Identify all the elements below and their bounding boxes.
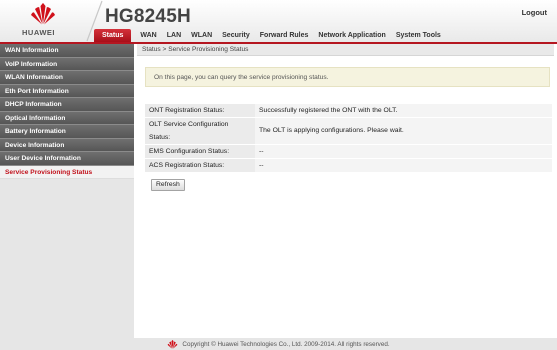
nav-tab-wan[interactable]: WAN xyxy=(135,29,161,42)
table-row: EMS Configuration Status: -- xyxy=(145,144,552,159)
refresh-button[interactable]: Refresh xyxy=(151,179,185,191)
nav-tab-forward-rules[interactable]: Forward Rules xyxy=(255,29,314,42)
nav-tab-wlan[interactable]: WLAN xyxy=(186,29,217,42)
row-value: -- xyxy=(255,144,552,159)
sidebar-item-optical-information[interactable]: Optical Information xyxy=(0,111,134,125)
row-label: OLT Service Configuration Status: xyxy=(145,117,255,145)
row-label: ACS Registration Status: xyxy=(145,158,255,173)
nav-tab-lan[interactable]: LAN xyxy=(162,29,186,42)
info-banner: On this page, you can query the service … xyxy=(145,67,550,87)
nav-tab-status[interactable]: Status xyxy=(94,29,132,42)
sidebar: WAN Information VoIP Information WLAN In… xyxy=(0,44,134,338)
sidebar-item-voip-information[interactable]: VoIP Information xyxy=(0,57,134,71)
brand-logo: HUAWEI xyxy=(0,0,85,42)
provisioning-status-table: ONT Registration Status: Successfully re… xyxy=(145,104,552,173)
main-content: Status > Service Provisioning Status On … xyxy=(137,44,554,338)
sidebar-item-dhcp-information[interactable]: DHCP Information xyxy=(0,98,134,112)
sidebar-item-service-provisioning-status[interactable]: Service Provisioning Status xyxy=(0,165,134,179)
row-value: -- xyxy=(255,158,552,173)
nav-tab-security[interactable]: Security xyxy=(217,29,255,42)
breadcrumb: Status > Service Provisioning Status xyxy=(137,44,554,56)
row-value: Successfully registered the ONT with the… xyxy=(255,104,552,118)
header: HUAWEI HG8245H Logout Status WAN LAN WLA… xyxy=(0,0,557,42)
table-row: OLT Service Configuration Status: The OL… xyxy=(145,117,552,145)
row-label-text: OLT Service Configuration Status: xyxy=(149,120,229,141)
sidebar-item-wlan-information[interactable]: WLAN Information xyxy=(0,71,134,85)
huawei-logo-icon xyxy=(167,339,178,349)
copyright-text: Copyright © Huawei Technologies Co., Ltd… xyxy=(182,340,390,348)
table-row: ONT Registration Status: Successfully re… xyxy=(145,104,552,118)
nav-tab-system-tools[interactable]: System Tools xyxy=(391,29,446,42)
brand-name: HUAWEI xyxy=(22,28,55,37)
top-nav: Status WAN LAN WLAN Security Forward Rul… xyxy=(94,29,446,42)
sidebar-item-eth-port-information[interactable]: Eth Port Information xyxy=(0,84,134,98)
huawei-logo-icon xyxy=(31,3,55,25)
sidebar-item-user-device-information[interactable]: User Device Information xyxy=(0,152,134,166)
sidebar-item-device-information[interactable]: Device Information xyxy=(0,138,134,152)
footer: Copyright © Huawei Technologies Co., Ltd… xyxy=(0,338,557,350)
table-row: ACS Registration Status: -- xyxy=(145,158,552,173)
nav-tab-network-application[interactable]: Network Application xyxy=(313,29,390,42)
sidebar-item-wan-information[interactable]: WAN Information xyxy=(0,44,134,58)
row-value: The OLT is applying configurations. Plea… xyxy=(255,117,552,145)
row-label: ONT Registration Status: xyxy=(145,104,255,118)
sidebar-item-battery-information[interactable]: Battery Information xyxy=(0,125,134,139)
device-model-title: HG8245H xyxy=(105,6,191,27)
row-label: EMS Configuration Status: xyxy=(145,144,255,159)
logout-link[interactable]: Logout xyxy=(522,8,547,17)
